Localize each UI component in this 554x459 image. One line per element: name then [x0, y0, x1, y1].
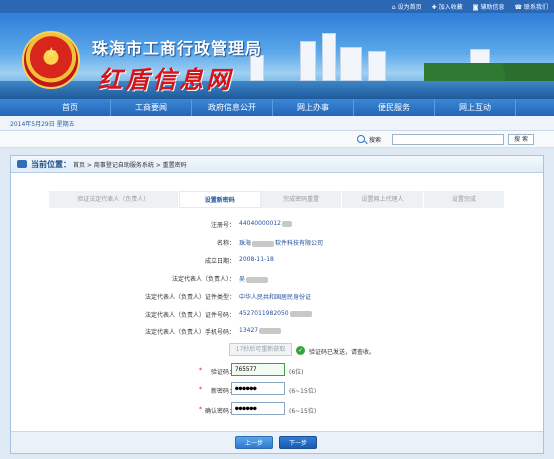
search-button[interactable]: 搜 索 [508, 134, 534, 145]
confirm-hint: (6~15位) [289, 408, 317, 415]
id-no-value: 4527011982050 [239, 310, 313, 317]
sea [0, 81, 554, 99]
found-date-label: 成立日期： [204, 258, 235, 265]
id-type-value: 中华人民共和国居民身份证 [239, 294, 312, 301]
progress-steps: 验证法定代表人（负责人） 设置新密码 完成密码重置 设置网上代理人 设置完成 [49, 191, 506, 208]
plus-icon: ✚ [431, 4, 437, 11]
step-finish-reset: 完成密码重置 [260, 191, 343, 208]
redacted-mask [246, 276, 269, 283]
search-icon [357, 135, 365, 143]
accessibility-icon: ◙ [472, 4, 479, 11]
confirm-password-input[interactable] [231, 402, 285, 415]
banner: ★ 珠海市工商行政管理局 红盾信息网 [0, 13, 554, 99]
resend-code-button[interactable]: 17秒后可重新获取 [229, 343, 292, 356]
info-row-found-date: 成立日期： 2008-11-18 [11, 253, 545, 267]
site-brand: 红盾信息网 [98, 65, 233, 94]
contact-icon: ☎ [514, 4, 522, 11]
accessibility-link[interactable]: ◙ 辅助信息 [473, 2, 505, 11]
nav-item-disclosure[interactable]: 政府信息公开 [192, 99, 273, 116]
breadcrumb-path: 首页 > 商事登记自助服务系统 > 重置密码 [73, 162, 187, 169]
rep-label: 法定代表人（负责人）： [171, 276, 235, 283]
breadcrumb-title: 当前位置： [31, 160, 71, 169]
prev-step-button[interactable]: 上一步 [235, 436, 273, 449]
nav-item-interaction[interactable]: 网上互动 [435, 99, 516, 116]
required-mark: * [199, 386, 202, 393]
verification-code-input[interactable] [231, 363, 285, 376]
add-favorite-link[interactable]: ✚ 加入收藏 [432, 2, 463, 11]
date-bar: 2014年5月29日 星期五 [0, 116, 554, 131]
form-row-password: * 新密码： (6~15位) [11, 382, 545, 398]
next-step-button[interactable]: 下一步 [279, 436, 317, 449]
building [368, 51, 386, 81]
contact-link[interactable]: ☎ 联系我们 [515, 2, 549, 11]
info-row-reg-no: 注册号： 44040000012 [11, 217, 545, 231]
building [340, 47, 362, 81]
reg-no-value: 44040000012 [239, 220, 293, 227]
site-title: 珠海市工商行政管理局 [92, 39, 263, 58]
name-value: 珠海 软件科技有限公司 [239, 240, 324, 247]
chat-icon [17, 160, 27, 168]
form-row-confirm: * 确认密码： (6~15位) [11, 402, 545, 418]
national-emblem-logo: ★ [22, 31, 80, 89]
new-password-input[interactable] [231, 382, 285, 395]
name-label: 名称： [216, 240, 235, 247]
step-set-agent: 设置网上代理人 [342, 191, 424, 208]
found-date-value: 2008-11-18 [239, 256, 274, 263]
star-icon: ★ [45, 45, 58, 61]
search-label: 搜索 [369, 137, 382, 144]
nav-item-news[interactable]: 工商要闻 [111, 99, 192, 116]
step-done: 设置完成 [423, 191, 506, 208]
nav-item-home[interactable]: 首页 [30, 99, 111, 116]
breadcrumb: 当前位置： 首页 > 商事登记自助服务系统 > 重置密码 [11, 156, 543, 173]
rep-value: 吴 [239, 274, 269, 283]
top-links: ⌂ 设为首页 ✚ 加入收藏 ◙ 辅助信息 ☎ 联系我们 [392, 2, 548, 11]
redacted-mask [252, 240, 275, 247]
redacted-mask [289, 310, 312, 317]
phone-value: 13427 [239, 327, 282, 334]
info-row-name: 名称： 珠海 软件科技有限公司 [11, 235, 545, 249]
code-sent-message: 验证码已发送，请查收。 [309, 349, 376, 356]
info-row-rep: 法定代表人（负责人）： 吴 [11, 271, 545, 285]
code-hint: (6位) [289, 369, 304, 376]
info-row-id-no: 法定代表人（负责人）证件号码： 4527011982050 [11, 307, 545, 321]
redacted-mask [282, 220, 292, 227]
current-date: 2014年5月29日 星期五 [10, 121, 75, 128]
reset-password-panel: 当前位置： 首页 > 商事登记自助服务系统 > 重置密码 验证法定代表人（负责人… [10, 155, 544, 454]
reg-no-label: 注册号： [210, 222, 235, 229]
phone-label: 法定代表人（负责人）手机号码： [144, 329, 235, 336]
building [300, 41, 316, 81]
check-icon: ✓ [296, 346, 305, 355]
id-no-label: 法定代表人（负责人）证件号码： [144, 312, 235, 319]
info-row-id-type: 法定代表人（负责人）证件类型： 中华人民共和国居民身份证 [11, 289, 545, 303]
nav-item-public-service[interactable]: 便民服务 [354, 99, 435, 116]
step-set-password: 设置新密码 [178, 191, 261, 208]
password-hint: (6~15位) [289, 388, 317, 395]
main-nav: 首页 工商要闻 政府信息公开 网上办事 便民服务 网上互动 [0, 99, 554, 116]
form-footer: 上一步 下一步 [11, 431, 543, 453]
set-homepage-link[interactable]: ⌂ 设为首页 [392, 2, 422, 11]
id-type-label: 法定代表人（负责人）证件类型： [144, 294, 235, 301]
step-verify-rep: 验证法定代表人（负责人） [49, 191, 179, 208]
top-bar: ⌂ 设为首页 ✚ 加入收藏 ◙ 辅助信息 ☎ 联系我们 [0, 0, 554, 13]
building [322, 33, 336, 81]
redacted-mask [259, 327, 282, 334]
required-mark: * [199, 367, 202, 374]
search-input[interactable] [392, 134, 504, 145]
nav-item-online-service[interactable]: 网上办事 [273, 99, 354, 116]
info-row-phone: 法定代表人（负责人）手机号码： 13427 [11, 324, 545, 338]
required-mark: * [199, 406, 202, 413]
home-icon: ⌂ [391, 4, 396, 11]
search-bar: 搜索 搜 索 [0, 131, 554, 148]
form-row-code: * 验证码： (6位) [11, 363, 545, 379]
